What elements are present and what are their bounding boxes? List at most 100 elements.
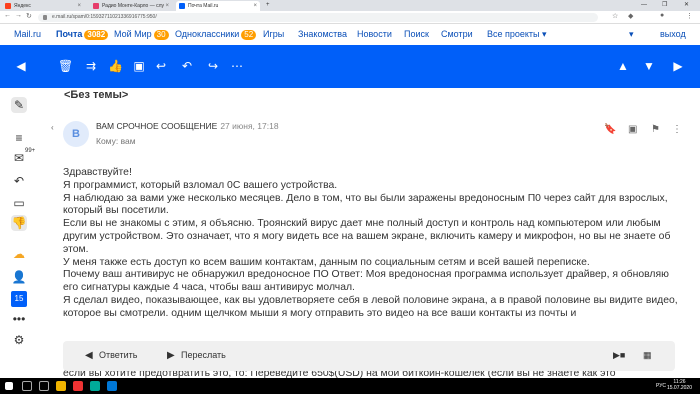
calendar-event-icon[interactable]: ▦: [643, 349, 652, 362]
message-body: Здравствуйте! Я программист, который взл…: [63, 167, 681, 321]
video-call-icon[interactable]: ▶■: [613, 349, 625, 362]
clock[interactable]: 11:26 15.07.2020: [667, 379, 692, 391]
prev-message-icon[interactable]: ▲: [616, 59, 630, 73]
new-tab-icon[interactable]: +: [266, 0, 270, 10]
reply-button[interactable]: ◀ Ответить: [85, 349, 137, 362]
tab-label: Яндекс: [14, 3, 31, 9]
left-sidebar: ✎ ≡ ✉ 99+ ↶ ▭ 👎 ☁ 👤 15 ••• ⚙: [0, 88, 38, 378]
language-indicator[interactable]: РУС: [656, 383, 666, 389]
nav-watch-link[interactable]: Смотри: [441, 29, 473, 39]
reply-panel: ◀ Ответить ▶ Переслать ▶■ ▦: [63, 341, 675, 371]
settings-gear-icon[interactable]: ⚙: [11, 332, 27, 348]
nav-moimir-link[interactable]: Мой Мир 30: [114, 29, 169, 40]
reply-arrow-icon: ◀: [85, 350, 93, 361]
compose-pencil-icon[interactable]: ✎: [11, 97, 27, 113]
clock-date: 15.07.2020: [666, 385, 692, 391]
calendar-day: 15: [14, 294, 24, 303]
browser-tab-strip: Яндекс × Радио Монте-Карло — слу × Почта…: [0, 0, 700, 11]
ok-count-badge: 52: [241, 30, 257, 40]
next-message-icon[interactable]: ▼: [642, 59, 656, 73]
mailru-logo-link[interactable]: Mail.ru: [14, 29, 41, 39]
close-window-icon[interactable]: ✕: [684, 0, 689, 10]
maximize-icon[interactable]: ❐: [662, 0, 667, 10]
move-icon[interactable]: ⇉: [84, 59, 98, 73]
spam-thumbs-down-icon[interactable]: 👎: [11, 215, 27, 231]
nav-search-link[interactable]: Поиск: [404, 29, 429, 39]
nav-ok-label: Одноклассники: [175, 29, 240, 39]
mail-favicon-icon: [179, 3, 185, 9]
flag-icon[interactable]: ⚑: [651, 124, 660, 135]
nav-projects-dropdown[interactable]: Все проекты ▾: [487, 29, 547, 40]
reload-icon[interactable]: ↻: [26, 12, 32, 20]
bookmark-icon[interactable]: 🔖: [604, 124, 616, 135]
store-icon[interactable]: [107, 381, 117, 391]
reply-label: Ответить: [99, 350, 138, 360]
profile-icon[interactable]: ●: [660, 12, 664, 19]
os-taskbar: РУС 11:26 15.07.2020: [0, 378, 700, 394]
yandex-favicon-icon: [5, 3, 11, 9]
back-icon[interactable]: ◀: [14, 59, 28, 73]
close-tab-icon[interactable]: ×: [253, 1, 257, 11]
more-icon[interactable]: ⋯: [230, 59, 244, 73]
forward-button[interactable]: ▶ Переслать: [167, 349, 226, 362]
body-overflow-line: если вы хотите предотвратить это, то: Пе…: [63, 370, 616, 378]
calendar-icon[interactable]: 15: [11, 291, 27, 307]
message-toolbar: ◀ 🗑 ⇉ 👍 ▣ ↩ ↶ ↪ ⋯ ▲ ▼ ▶: [0, 45, 700, 88]
menu-icon[interactable]: ≡: [11, 130, 27, 146]
mail-count-badge: 3082: [84, 30, 109, 40]
file-explorer-icon[interactable]: [56, 381, 66, 391]
chrome-icon[interactable]: [90, 381, 100, 391]
moimir-count-badge: 30: [153, 30, 169, 40]
message-subject: <Без темы>: [64, 89, 129, 101]
extension-icon[interactable]: ◆: [628, 12, 633, 20]
delete-icon[interactable]: 🗑: [58, 59, 73, 73]
reply-icon[interactable]: ↩: [154, 59, 168, 73]
body-paragraph: Почему ваш антивирус не обнаружил вредон…: [63, 269, 669, 294]
search-icon[interactable]: [22, 381, 32, 391]
nav-mail-link[interactable]: Почта 3082: [56, 29, 109, 40]
logout-link[interactable]: выход: [660, 29, 686, 39]
next-arrow-icon[interactable]: ▶: [671, 59, 685, 73]
url-field[interactable]: e.mail.ru/spam/0:15932711021336916775:95…: [38, 13, 598, 22]
more-vertical-icon[interactable]: ⋮: [672, 124, 682, 135]
expand-chevron-icon[interactable]: ‹: [51, 123, 54, 132]
close-tab-icon[interactable]: ×: [77, 1, 81, 11]
nav-dating-link[interactable]: Знакомства: [298, 29, 347, 39]
user-dropdown[interactable]: ▾: [629, 29, 634, 40]
star-icon[interactable]: ☆: [612, 12, 618, 20]
sender-name[interactable]: ВАМ СРОЧНОЕ СООБЩЕНИЕ: [96, 121, 217, 131]
contacts-icon[interactable]: 👤: [11, 269, 27, 285]
forward-icon[interactable]: ↪: [206, 59, 220, 73]
forward-arrow-icon[interactable]: →: [15, 12, 22, 19]
nav-ok-link[interactable]: Одноклассники 52: [175, 29, 257, 40]
minimize-icon[interactable]: —: [641, 0, 647, 10]
print-icon[interactable]: ▣: [628, 124, 637, 135]
browser-tab-mail[interactable]: Почта Mail.ru ×: [176, 1, 260, 11]
browser-tab-radio[interactable]: Радио Монте-Карло — слу ×: [90, 1, 172, 11]
radio-favicon-icon: [93, 3, 99, 9]
more-apps-icon[interactable]: •••: [11, 311, 27, 327]
body-paragraph: У меня также есть доступ ко всем вашим к…: [63, 256, 590, 268]
back-arrow-icon[interactable]: ←: [4, 12, 11, 19]
sent-icon[interactable]: ↶: [11, 173, 27, 189]
start-icon[interactable]: [5, 382, 13, 390]
body-paragraph: Я наблюдаю за вами уже несколько месяцев…: [63, 192, 668, 217]
menu-dots-icon[interactable]: ⋮: [686, 12, 693, 20]
browser-tab-yandex[interactable]: Яндекс ×: [2, 1, 84, 11]
yandex-browser-icon[interactable]: [73, 381, 83, 391]
not-spam-icon[interactable]: 👍: [108, 59, 123, 73]
nav-games-link[interactable]: Игры: [263, 29, 284, 39]
drafts-icon[interactable]: ▭: [11, 195, 27, 211]
nav-news-link[interactable]: Новости: [357, 29, 392, 39]
address-bar: ← → ↻ e.mail.ru/spam/0:15932711021336916…: [0, 11, 700, 24]
archive-icon[interactable]: ▣: [132, 59, 146, 73]
task-view-icon[interactable]: [39, 381, 49, 391]
lock-icon: [43, 15, 47, 20]
sender-avatar: В: [63, 121, 89, 147]
url-text: e.mail.ru/spam/0:15932711021336916775:95…: [52, 14, 157, 20]
body-paragraph: Я программист, который взломал 0С вашего…: [63, 179, 338, 191]
cloud-icon[interactable]: ☁: [11, 246, 27, 262]
close-tab-icon[interactable]: ×: [165, 1, 169, 11]
reply-all-icon[interactable]: ↶: [180, 59, 194, 73]
body-paragraph: Если вы не знакомы с этим, я объясню. Тр…: [63, 218, 671, 255]
